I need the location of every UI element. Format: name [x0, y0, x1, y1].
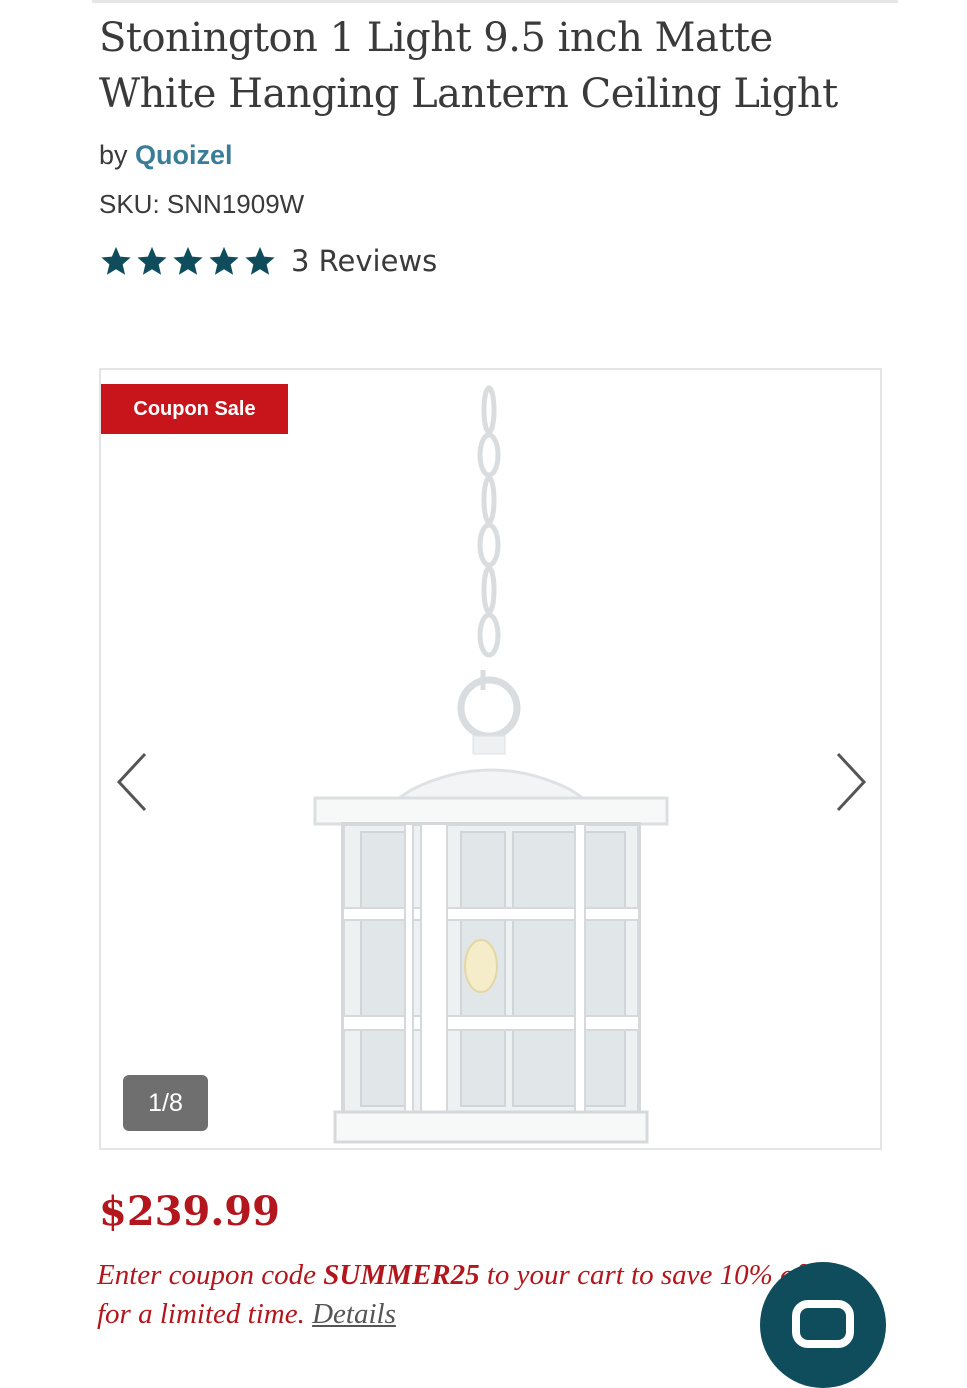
rating[interactable]: 3 Reviews [99, 244, 437, 278]
sku-value: SNN1909W [166, 189, 305, 219]
sku-label: SKU: [99, 189, 160, 219]
coupon-sale-badge: Coupon Sale [101, 384, 288, 434]
sku-line: SKU: SNN1909W [99, 189, 304, 220]
product-title: Stonington 1 Light 9.5 inch Matte White … [99, 15, 838, 117]
chat-icon [792, 1300, 854, 1348]
star-icon [209, 246, 239, 275]
product-image-gallery[interactable]: Coupon Sale 1/8 [99, 368, 882, 1150]
coupon-line2: for a limited time. [97, 1298, 313, 1330]
brand-line: by Quoizel [99, 140, 233, 171]
coupon-code: SUMMER25 [323, 1259, 480, 1291]
coupon-suffix: to your cart to save 10% off [479, 1259, 811, 1291]
brand-link[interactable]: Quoizel [135, 140, 233, 170]
star-rating [99, 244, 277, 278]
star-icon [137, 246, 167, 275]
image-counter: 1/8 [123, 1075, 208, 1131]
by-label: by [99, 140, 128, 170]
chat-button[interactable] [760, 1262, 886, 1388]
star-icon [101, 246, 131, 275]
top-divider [92, 0, 898, 3]
chevron-left-icon[interactable] [113, 750, 153, 814]
product-image [313, 385, 669, 1144]
reviews-link[interactable]: 3 Reviews [291, 244, 437, 278]
star-icon [173, 246, 203, 275]
star-icon [245, 246, 275, 275]
details-link[interactable]: Details [312, 1298, 396, 1330]
coupon-prefix: Enter coupon code [97, 1259, 324, 1291]
price: $239.99 [99, 1188, 280, 1235]
chevron-right-icon[interactable] [830, 750, 870, 814]
